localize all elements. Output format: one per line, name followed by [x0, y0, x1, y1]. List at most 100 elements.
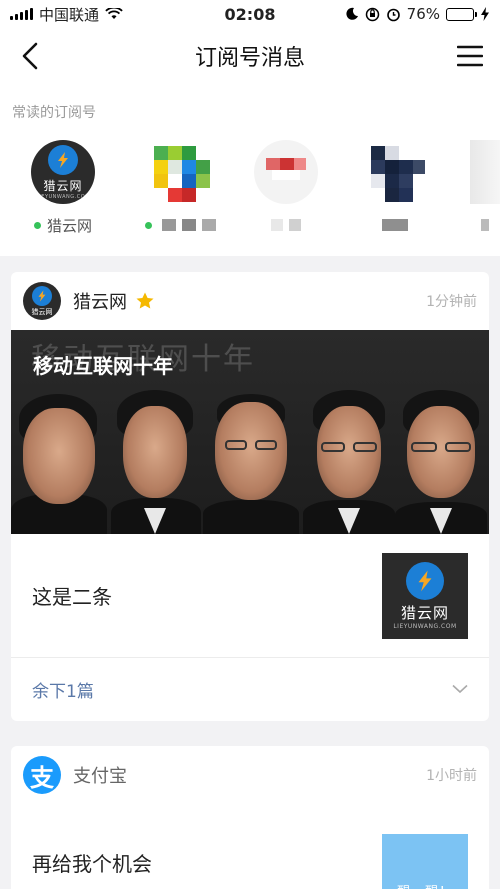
battery-icon: [446, 7, 477, 21]
avatar-partial: [470, 140, 500, 204]
battery-percent: 76%: [406, 5, 440, 23]
chevron-down-icon: [452, 684, 468, 694]
pixelated-avatar: [154, 146, 210, 202]
portrait-4: [301, 384, 397, 534]
account-name: [140, 216, 220, 234]
blurred-text: [481, 219, 489, 231]
blurred-text: [201, 219, 216, 231]
card-account-name: 支付宝: [73, 766, 127, 787]
cover-title: 移动互联网十年: [33, 354, 173, 378]
star-icon: [136, 292, 154, 309]
rotation-lock-icon: [365, 7, 379, 21]
bolt-icon: [406, 561, 444, 600]
avatar-blurred: [148, 140, 212, 204]
lieyun-logo: 猎云网: [23, 282, 61, 320]
bolt-icon: [48, 144, 78, 175]
portrait-face: [23, 408, 95, 504]
portrait-glasses: [411, 442, 437, 452]
avatar-blurred: [254, 140, 318, 204]
thumbnail-text: 醒一醒！: [382, 881, 468, 889]
status-left: 中国联通: [10, 4, 180, 25]
logo-text: 猎云网: [400, 603, 449, 622]
article-thumbnail: 醒一醒！: [382, 834, 468, 889]
back-arrow-icon: [22, 42, 38, 70]
card-avatar: 猎云网: [23, 282, 61, 320]
status-time: 02:08: [224, 4, 276, 24]
article-card-alipay: 支 支付宝 1小时前 再给我个机会 醒一醒！: [11, 746, 489, 889]
alarm-icon: [386, 8, 400, 21]
carrier-label: 中国联通: [39, 5, 100, 24]
remaining-articles-row[interactable]: 余下1篇: [11, 658, 489, 720]
lieyun-logo: 猎云网 LIEYUNWANG.COM: [382, 552, 468, 639]
menu-icon: [457, 45, 483, 67]
logo-text: 猎云网: [31, 307, 53, 316]
portrait-glasses: [321, 442, 345, 452]
article-item[interactable]: 再给我个机会 醒一醒！: [11, 804, 489, 889]
portrait-face: [407, 406, 475, 498]
article-item[interactable]: 这是二条 猎云网 LIEYUNWANG.COM: [11, 534, 489, 658]
portrait-glasses: [255, 440, 277, 450]
avatar: 猎云网 LIEYUNWANG.COM: [31, 140, 95, 204]
account-name: 猎云网: [23, 216, 103, 235]
portrait-suit: [203, 500, 299, 534]
logo-subtext: LIEYUNWANG.COM: [36, 193, 90, 200]
card-header[interactable]: 猎云网 猎云网 1分钟前: [11, 272, 489, 330]
portrait-glasses: [445, 442, 471, 452]
logo-subtext: LIEYUNWANG.COM: [393, 622, 457, 630]
portrait-face: [317, 406, 381, 498]
wifi-icon: [105, 8, 123, 19]
signal-icon: [10, 8, 33, 20]
blurred-text: [271, 219, 283, 231]
account-name: [246, 216, 326, 234]
frequent-account-lieyun[interactable]: 猎云网 LIEYUNWANG.COM 猎云网: [23, 140, 103, 235]
portrait-face: [123, 406, 187, 498]
article-card-lieyun: 猎云网 猎云网 1分钟前 移动互联网十年 移动互联网十年 这是二条 猎云网 LI…: [11, 272, 489, 721]
article-title: 这是二条: [32, 585, 112, 609]
nav-bar: 订阅号消息: [0, 28, 500, 84]
page-title: 订阅号消息: [194, 46, 305, 71]
blurred-text: [382, 219, 408, 231]
status-bar: 中国联通 02:08 76%: [0, 0, 500, 28]
remaining-articles-label: 余下1篇: [32, 681, 94, 702]
portrait-2: [107, 384, 203, 534]
menu-button[interactable]: [452, 38, 488, 74]
bolt-icon: [32, 285, 52, 306]
frequent-account-blurred-3[interactable]: [355, 140, 435, 234]
lieyun-logo: 猎云网 LIEYUNWANG.COM: [31, 140, 95, 204]
portrait-1: [11, 384, 111, 534]
online-dot: [33, 221, 41, 229]
article-cover[interactable]: 移动互联网十年 移动互联网十年: [11, 330, 489, 534]
portrait-5: [393, 384, 489, 534]
article-thumbnail: 猎云网 LIEYUNWANG.COM: [382, 552, 468, 639]
charging-icon: [481, 7, 489, 21]
blurred-text: [161, 219, 176, 231]
back-button[interactable]: [12, 38, 48, 74]
blurred-text: [181, 219, 196, 231]
portrait-glasses: [225, 440, 247, 450]
frequent-section: 常读的订阅号 猎云网 LIEYUNWANG.COM 猎云网: [0, 84, 500, 256]
account-name: [355, 216, 435, 234]
card-account-name: 猎云网: [73, 292, 127, 313]
pixelated-avatar: [371, 146, 425, 202]
account-name-label: 猎云网: [46, 216, 92, 235]
logo-text: 猎云网: [43, 178, 83, 193]
avatar-blurred: [363, 140, 427, 204]
online-dot: [144, 221, 152, 229]
status-right: 76%: [320, 5, 490, 23]
blurred-text: [289, 219, 301, 231]
frequent-label: 常读的订阅号: [12, 105, 96, 121]
pixelated-avatar: [254, 140, 318, 204]
card-time: 1分钟前: [426, 294, 477, 310]
card-header[interactable]: 支 支付宝 1小时前: [11, 746, 489, 804]
portrait-face: [215, 402, 287, 500]
frequent-account-blurred-1[interactable]: [140, 140, 220, 234]
moon-icon: [346, 7, 358, 20]
card-time: 1小时前: [426, 768, 477, 784]
portrait-glasses: [353, 442, 377, 452]
article-title: 再给我个机会: [32, 852, 152, 876]
account-name: [470, 216, 500, 234]
frequent-account-partial[interactable]: [470, 140, 500, 234]
portrait-3: [201, 384, 301, 534]
frequent-account-blurred-2[interactable]: [246, 140, 326, 234]
alipay-icon: 支: [23, 756, 61, 794]
